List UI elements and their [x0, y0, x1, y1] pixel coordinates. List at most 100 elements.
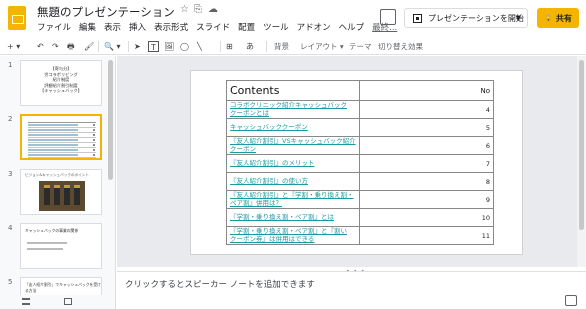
canvas-scrollbar[interactable] [577, 56, 586, 267]
page-number: 10 [358, 208, 495, 227]
share-button[interactable]: 🔒 共有 [537, 8, 579, 28]
background-button[interactable]: 背景 [274, 40, 289, 53]
page-number: 6 [358, 136, 495, 155]
wordart-icon[interactable]: あ [246, 40, 254, 53]
shape-icon[interactable]: ◯ [180, 40, 189, 53]
menu-help[interactable]: ヘルプ [339, 21, 365, 33]
page-number: 11 [358, 226, 495, 245]
menu-addons[interactable]: アドオン [297, 21, 331, 33]
contents-table[interactable]: Contents No コラボクリニック紹介キャッシュバック クーポンとは 4 … [226, 80, 495, 245]
comment-history-icon[interactable] [380, 9, 396, 25]
toc-link[interactable]: 『友人紹介割引』の使い方 [226, 172, 360, 191]
present-icon [413, 13, 422, 23]
line-icon[interactable]: ╲ [197, 40, 202, 53]
speaker-notes[interactable]: クリックするとスピーカー ノートを追加できます [117, 271, 586, 309]
filmstrip-view-toggle [0, 295, 116, 309]
toc-link[interactable]: 『友人紹介割引』と『学割・乗り換え割・ ペア割』併用は？ [226, 190, 360, 209]
toolbar: + ▾ ↶ ↷ 🖶 🖌 🔍 ▾ ➤ T 🖼 ◯ ╲ ⊞ あ 背景 レイアウト ▾… [0, 38, 586, 55]
thumbnail-row [28, 139, 96, 143]
grid-view-icon[interactable] [22, 298, 30, 305]
select-cursor-icon[interactable]: ➤ [134, 40, 141, 53]
thumbnail-title-text: 【寄与分】 労コラボリビング 紹介制度 評額紹介割引制度 【キャッシュバック】 [40, 66, 82, 93]
slide-number: 3 [8, 170, 13, 178]
page-number: 5 [358, 118, 495, 137]
comment-icon[interactable]: ⊞ [226, 40, 233, 53]
new-slide-button[interactable]: + ▾ [7, 40, 20, 53]
cloud-status-icon: ☁ [208, 4, 218, 15]
thumbnail-product-image [39, 181, 85, 211]
theme-button[interactable]: テーマ [349, 40, 372, 53]
slide-thumbnail-5[interactable]: 「友人紹介割引」でキャッシュバックを受ける方法 [20, 277, 102, 295]
slide-filmstrip[interactable]: 1 【寄与分】 労コラボリビング 紹介制度 評額紹介割引制度 【キャッシュバック… [0, 56, 116, 295]
slide-thumbnail-1[interactable]: 【寄与分】 労コラボリビング 紹介制度 評額紹介割引制度 【キャッシュバック】 [20, 60, 102, 106]
thumbnail-text-line [27, 242, 67, 244]
menu-format[interactable]: 表示形式 [154, 21, 188, 33]
undo-icon[interactable]: ↶ [37, 40, 44, 53]
table-header-row: Contents No [226, 80, 495, 101]
menu-edit[interactable]: 編集 [79, 21, 96, 33]
move-icon[interactable]: ⎘ [194, 4, 202, 15]
table-header-contents: Contents [226, 80, 360, 101]
slides-logo-icon[interactable] [8, 6, 26, 30]
table-row: キャッシュバッククーポン 5 [226, 118, 495, 137]
thumbnail-table-header [28, 119, 96, 123]
thumbnail-row [28, 129, 96, 133]
menu-tools[interactable]: ツール [263, 21, 289, 33]
speaker-notes-placeholder[interactable]: クリックするとスピーカー ノートを追加できます [125, 278, 315, 290]
document-title[interactable]: 無題のプレゼンテーション [37, 4, 175, 20]
textbox-icon[interactable]: T [148, 41, 159, 52]
toolbar-divider [128, 41, 129, 52]
menu-arrange[interactable]: 配置 [238, 21, 255, 33]
app-header: 無題のプレゼンテーション ☆ ⎘ ☁ ファイル 編集 表示 挿入 表示形式 スラ… [0, 0, 586, 38]
zoom-icon[interactable]: 🔍 ▾ [104, 40, 121, 53]
toolbar-divider [220, 41, 221, 52]
thumbnail-caption: ビジョン&キャッシュバックのポイント [25, 173, 89, 177]
toc-link[interactable]: 『友人紹介割引』VSキャッシュバック紹介 クーポン [226, 136, 360, 155]
table-row: コラボクリニック紹介キャッシュバック クーポンとは 4 [226, 100, 495, 119]
toc-link[interactable]: キャッシュバッククーポン [226, 118, 360, 137]
paint-format-icon[interactable]: 🖌 [84, 40, 94, 53]
redo-icon[interactable]: ↷ [52, 40, 59, 53]
print-icon[interactable]: 🖶 [67, 40, 75, 53]
toc-link[interactable]: 『学割・乗り換え割・ペア割』と『割い クーポン券』は併用はできる [226, 226, 360, 245]
thumbnail-row [28, 134, 96, 138]
menu-slide[interactable]: スライド [196, 21, 230, 33]
thumbnail-row [28, 124, 96, 128]
menu-view[interactable]: 表示 [104, 21, 121, 33]
table-row: 『学割・乗り換え割・ペア割』と『割い クーポン券』は併用はできる 11 [226, 226, 495, 245]
slide-thumbnail-2[interactable] [20, 114, 102, 160]
table-row: 『友人紹介割引』の使い方 8 [226, 172, 495, 191]
menu-insert[interactable]: 挿入 [129, 21, 146, 33]
slide-number: 1 [8, 61, 13, 69]
present-label: プレゼンテーションを開始 [428, 13, 524, 23]
table-row: 『友人紹介割引』と『学割・乗り換え割・ ペア割』併用は？ 9 [226, 190, 495, 209]
page-number: 8 [358, 172, 495, 191]
toc-link[interactable]: コラボクリニック紹介キャッシュバック クーポンとは [226, 100, 360, 119]
slide-number: 5 [8, 278, 13, 286]
thumbnail-row [28, 144, 96, 148]
filmstrip-view-icon[interactable] [64, 298, 72, 305]
menu-file[interactable]: ファイル [37, 21, 71, 33]
slide-number: 2 [8, 115, 13, 123]
thumbnail-caption: 「友人紹介割引」でキャッシュバックを受ける方法 [25, 282, 101, 293]
layout-button[interactable]: レイアウト ▾ [300, 40, 344, 53]
lock-icon: 🔒 [544, 14, 553, 22]
filmstrip-scrollbar[interactable] [108, 60, 113, 180]
slide-thumbnail-3[interactable]: ビジョン&キャッシュバックのポイント [20, 169, 102, 215]
chevron-down-icon[interactable]: ▼ [516, 14, 521, 22]
share-label: 共有 [555, 13, 572, 23]
slides-app: 無題のプレゼンテーション ☆ ⎘ ☁ ファイル 編集 表示 挿入 表示形式 スラ… [0, 0, 586, 309]
toc-link[interactable]: 『学割・乗り換え割・ペア割』とは [226, 208, 360, 227]
explore-icon[interactable] [565, 295, 577, 306]
slide-thumbnail-4[interactable]: キャッシュバックの事業の関係 [20, 223, 102, 269]
toolbar-divider [98, 41, 99, 52]
toc-link[interactable]: 『友人紹介割引』のメリット [226, 154, 360, 173]
image-icon[interactable]: 🖼 [164, 40, 174, 53]
thumbnail-text-line [27, 248, 63, 250]
toolbar-divider [266, 41, 267, 52]
transition-button[interactable]: 切り替え効果 [378, 40, 423, 53]
present-button[interactable]: プレゼンテーションを開始 ▼ [404, 8, 528, 28]
table-row: 『友人紹介割引』のメリット 7 [226, 154, 495, 173]
menu-bar: ファイル 編集 表示 挿入 表示形式 スライド 配置 ツール アドオン ヘルプ … [37, 21, 405, 33]
star-icon[interactable]: ☆ [180, 4, 189, 15]
